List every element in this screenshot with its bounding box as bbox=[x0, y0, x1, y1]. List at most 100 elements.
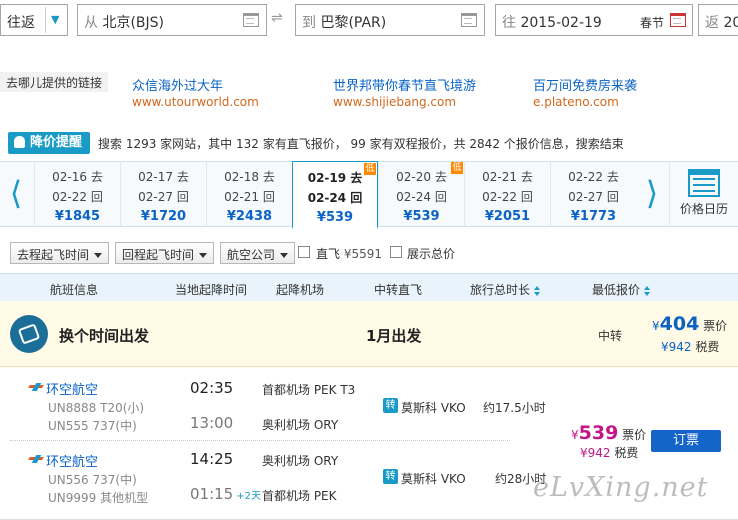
depart-time-filter[interactable]: 去程起飞时间 bbox=[10, 242, 110, 264]
date-option-3[interactable]: 02-18 去 02-21 回 ¥2438 bbox=[206, 161, 292, 227]
ad-url-1[interactable]: www.utourworld.com bbox=[132, 95, 259, 109]
from-city-input[interactable]: 从 北京(BJS) bbox=[77, 4, 267, 36]
date-price: ¥1773 bbox=[570, 209, 617, 224]
from-prefix: 从 bbox=[84, 15, 98, 31]
ad-url-2[interactable]: www.shijiebang.com bbox=[333, 95, 456, 109]
outbound-arr-time: 13:00 bbox=[190, 414, 234, 432]
direct-label: 直飞 ¥5591 bbox=[316, 247, 383, 261]
show-total-label: 展示总价 bbox=[407, 247, 456, 261]
promo-tax: ¥942 税费 bbox=[661, 340, 720, 354]
depart-prefix: 往 bbox=[502, 15, 516, 31]
promo-month: 1月出发 bbox=[366, 327, 422, 345]
outbound-dep-time: 02:35 bbox=[190, 379, 234, 397]
promo-transit: 中转 bbox=[598, 329, 623, 343]
to-prefix: 到 bbox=[302, 15, 316, 31]
watermark: eLvXing.net bbox=[533, 472, 709, 503]
depart-date-value: 2015-02-19 bbox=[520, 15, 602, 31]
inbound-airline[interactable]: 环空航空 bbox=[46, 451, 98, 470]
trip-type-label: 往返 bbox=[7, 15, 35, 31]
return-date-input[interactable]: 返 20 bbox=[698, 4, 738, 36]
col-flight-info: 航班信息 bbox=[50, 283, 99, 297]
date-option-2[interactable]: 02-17 去 02-27 回 ¥1720 bbox=[120, 161, 206, 227]
inbound-arr-airport: 首都机场 PEK bbox=[262, 489, 337, 503]
date-return: 02-27 回 bbox=[568, 190, 619, 204]
to-city-value: 巴黎(PAR) bbox=[320, 15, 387, 31]
inbound-flight-1: UN556 737(中) bbox=[48, 473, 137, 487]
date-depart: 02-22 去 bbox=[568, 170, 619, 184]
next-dates-chevron-right-icon[interactable]: ⟩ bbox=[638, 161, 666, 227]
lowest-price-badge: 低 bbox=[364, 163, 376, 175]
inbound-arr-time: 01:15 bbox=[190, 485, 234, 503]
return-time-filter[interactable]: 回程起飞时间 bbox=[115, 242, 215, 264]
return-prefix: 返 bbox=[705, 15, 719, 31]
airline-filter[interactable]: 航空公司 bbox=[220, 242, 296, 264]
date-return: 02-22 回 bbox=[482, 190, 533, 204]
outbound-airline[interactable]: 环空航空 bbox=[46, 379, 98, 398]
date-option-6[interactable]: 02-21 去 02-22 回 ¥2051 bbox=[464, 161, 550, 227]
inbound-transit: 莫斯科 VKO bbox=[401, 472, 466, 486]
lowest-price-badge: 低 bbox=[451, 162, 463, 174]
price-alert-label: 降价提醒 bbox=[30, 135, 83, 150]
sort-icon bbox=[644, 285, 651, 296]
date-option-5[interactable]: 低 02-20 去 02-24 回 ¥539 bbox=[378, 161, 464, 227]
inbound-arr-time-wrap: 01:15 +2天 bbox=[190, 485, 261, 503]
outbound-flight-2: UN555 737(中) bbox=[48, 419, 137, 433]
swap-cities-icon[interactable]: ⇌ bbox=[271, 10, 283, 26]
chevron-down-icon-glyph: ▼ bbox=[51, 13, 60, 26]
city-list-icon[interactable] bbox=[243, 13, 259, 27]
transit-icon: 转 bbox=[383, 469, 398, 484]
promo-title: 换个时间出发 bbox=[59, 327, 150, 345]
depart-date-input[interactable]: 往 2015-02-19 春节 bbox=[495, 4, 693, 36]
ad-link-3[interactable]: 百万间免费房来袭 bbox=[533, 75, 637, 94]
col-duration-sort[interactable]: 旅行总时长 bbox=[470, 281, 541, 298]
ad-link-2[interactable]: 世界邦带你春节直飞境游 bbox=[333, 75, 476, 94]
return-date-value: 20 bbox=[723, 15, 738, 31]
inbound-dep-airport: 奥利机场 ORY bbox=[262, 454, 339, 468]
price-alert-button[interactable]: 降价提醒 bbox=[8, 132, 90, 154]
price-calendar-button[interactable]: 价格日历 bbox=[669, 161, 738, 227]
flight-price: ¥539 票价 bbox=[571, 422, 647, 444]
ad-label: 去哪儿提供的链接 bbox=[0, 72, 109, 92]
col-price-sort[interactable]: 最低报价 bbox=[592, 281, 651, 298]
direct-checkbox[interactable] bbox=[298, 246, 310, 258]
promo-price: ¥404 票价 bbox=[652, 313, 728, 335]
calendar-icon bbox=[688, 169, 720, 197]
to-city-input[interactable]: 到 巴黎(PAR) bbox=[295, 4, 485, 36]
outbound-duration: 约17.5小时 bbox=[483, 401, 546, 415]
date-price: ¥2051 bbox=[484, 209, 531, 224]
city-list-icon[interactable] bbox=[461, 13, 477, 27]
date-depart: 02-16 去 bbox=[52, 170, 103, 184]
sort-icon bbox=[534, 285, 541, 296]
date-return: 02-22 回 bbox=[52, 190, 103, 204]
search-summary: 搜索 1293 家网站，其中 132 家有直飞报价， 99 家有双程报价，共 2… bbox=[98, 137, 624, 151]
holiday-note: 春节 bbox=[640, 16, 665, 30]
date-option-4-selected[interactable]: 低 02-19 去 02-24 回 ¥539 bbox=[292, 161, 378, 229]
bell-icon bbox=[14, 136, 25, 148]
from-city-value: 北京(BJS) bbox=[102, 15, 164, 31]
transit-icon: 转 bbox=[383, 398, 398, 413]
caret-down-icon bbox=[94, 253, 103, 258]
inbound-flight-2: UN9999 其他机型 bbox=[48, 491, 149, 505]
calendar-icon[interactable] bbox=[670, 13, 686, 27]
trip-type-select[interactable]: 往返 ▼ bbox=[0, 4, 68, 36]
date-return: 02-21 回 bbox=[224, 190, 275, 204]
ad-link-1[interactable]: 众信海外过大年 bbox=[132, 75, 223, 94]
flight-tax: ¥942 税费 bbox=[580, 446, 639, 460]
airline-logo-icon bbox=[29, 383, 43, 391]
date-depart: 02-21 去 bbox=[482, 170, 533, 184]
results-header: 航班信息 当地起降时间 起降机场 中转直飞 旅行总时长 最低报价 bbox=[0, 273, 738, 301]
show-total-checkbox[interactable] bbox=[390, 246, 402, 258]
date-return: 02-27 回 bbox=[138, 190, 189, 204]
inbound-dep-time: 14:25 bbox=[190, 450, 234, 468]
date-option-7[interactable]: 02-22 去 02-27 回 ¥1773 bbox=[550, 161, 636, 227]
alternate-date-promo[interactable]: 换个时间出发 1月出发 中转 ¥404 票价 ¥942 税费 bbox=[0, 301, 738, 367]
book-button[interactable]: 订票 bbox=[651, 430, 721, 452]
outbound-transit: 莫斯科 VKO bbox=[401, 401, 466, 415]
date-option-1[interactable]: 02-16 去 02-22 回 ¥1845 bbox=[34, 161, 120, 227]
return-time-filter-label: 回程起飞时间 bbox=[122, 248, 195, 262]
date-price: ¥2438 bbox=[226, 209, 273, 224]
price-calendar-label: 价格日历 bbox=[679, 202, 728, 216]
prev-dates-chevron-left-icon[interactable]: ⟨ bbox=[2, 161, 30, 227]
ad-url-3[interactable]: e.plateno.com bbox=[533, 95, 619, 109]
col-local-time: 当地起降时间 bbox=[175, 283, 248, 297]
